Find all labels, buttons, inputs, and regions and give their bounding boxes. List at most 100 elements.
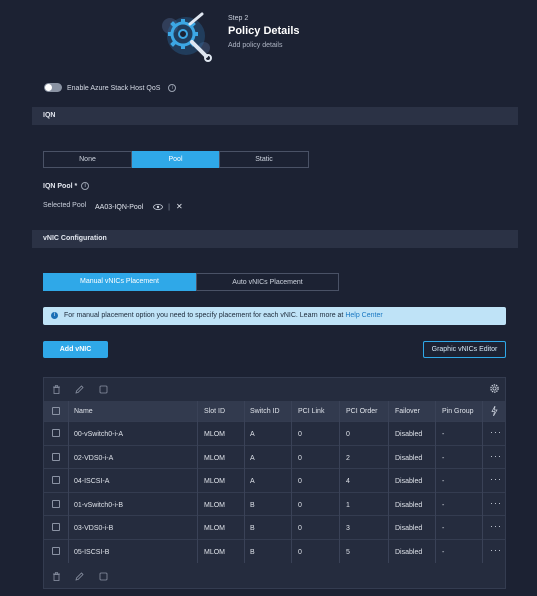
eye-icon[interactable] — [153, 204, 165, 211]
table-cell: 00-vSwitch0-i-A — [74, 431, 124, 438]
table-cell: Disabled — [395, 431, 423, 438]
gear-icon[interactable] — [489, 383, 500, 394]
row-checkbox[interactable] — [52, 547, 60, 555]
column-divider — [482, 401, 483, 563]
table-cell: MLOM — [204, 454, 225, 462]
row-checkbox[interactable] — [52, 452, 60, 461]
more-icon[interactable]: ··· — [490, 545, 502, 555]
column-divider — [244, 401, 245, 563]
info-icon[interactable]: i — [81, 182, 90, 190]
table-cell: MLOM — [204, 525, 225, 533]
table-cell: 3 — [346, 525, 350, 533]
table-cell: 0 — [298, 501, 302, 509]
row-checkbox[interactable] — [52, 476, 60, 485]
column-slot-id[interactable]: Slot ID — [204, 408, 225, 415]
column-divider — [197, 401, 198, 563]
table-cell: 04-ISCSI-A — [74, 478, 110, 486]
table-cell: 01-vSwitch0-i-B — [74, 501, 124, 509]
row-checkbox[interactable] — [52, 499, 60, 508]
table-cell: Disabled — [395, 454, 423, 462]
table-cell: 0 — [298, 454, 302, 462]
table-cell: - — [442, 525, 445, 533]
table-cell: 2 — [346, 454, 350, 462]
more-icon[interactable]: ··· — [490, 451, 502, 461]
table-cell: 0 — [298, 431, 302, 438]
tab-auto-placement[interactable]: Auto vNICs Placement — [196, 273, 339, 291]
table-cell: MLOM — [204, 501, 225, 509]
info-banner: i For manual placement option you need t… — [43, 307, 506, 325]
graphic-vnics-editor-button[interactable]: Graphic vNICs Editor — [423, 341, 506, 358]
add-vnic-button[interactable]: Add vNIC — [43, 341, 108, 358]
iqn-option-none[interactable]: None — [43, 151, 132, 168]
column-divider — [388, 401, 389, 563]
column-divider — [291, 401, 292, 563]
table-cell: Disabled — [395, 549, 423, 556]
column-switch-id[interactable]: Switch ID — [250, 408, 280, 415]
trash-icon[interactable] — [52, 385, 61, 394]
page-subtitle: Add policy details — [228, 42, 283, 49]
copy-icon[interactable] — [99, 572, 108, 581]
iqn-option-pool[interactable]: Pool — [132, 151, 219, 168]
table-cell: - — [442, 549, 445, 556]
column-divider — [435, 401, 436, 563]
column-failover[interactable]: Failover — [395, 408, 420, 415]
table-cell: 0 — [298, 478, 302, 486]
help-center-link[interactable]: Help Center — [345, 312, 382, 319]
table-cell: 0 — [298, 549, 302, 556]
table-cell: Disabled — [395, 501, 423, 509]
column-divider — [68, 401, 69, 563]
table-cell: 02-VDS0-i-A — [74, 454, 114, 462]
lightning-icon — [491, 405, 498, 418]
more-icon[interactable]: ··· — [490, 427, 502, 437]
table-cell: B — [250, 525, 255, 533]
table-cell: MLOM — [204, 549, 225, 556]
tab-manual-placement[interactable]: Manual vNICs Placement — [43, 273, 196, 291]
table-cell: A — [250, 478, 255, 486]
qos-toggle[interactable] — [44, 83, 62, 92]
row-checkbox[interactable] — [52, 429, 60, 437]
table-cell: A — [250, 454, 255, 462]
copy-icon[interactable] — [99, 385, 108, 394]
select-all-checkbox[interactable] — [52, 407, 60, 415]
table-cell: Disabled — [395, 525, 423, 533]
column-divider — [339, 401, 340, 563]
table-cell: B — [250, 549, 255, 556]
column-pci-link[interactable]: PCI Link — [298, 408, 324, 415]
table-cell: MLOM — [204, 478, 225, 486]
policy-settings-icon — [156, 8, 218, 64]
table-cell: 05-ISCSI-B — [74, 549, 110, 556]
pencil-icon[interactable] — [75, 572, 84, 581]
vnic-section-header: vNIC Configuration — [32, 230, 518, 248]
page-title: Policy Details — [228, 25, 300, 37]
column-pin-group[interactable]: Pin Group — [442, 408, 474, 415]
table-cell: 4 — [346, 478, 350, 486]
table-cell: 03-VDS0-i-B — [74, 525, 114, 533]
table-cell: 5 — [346, 549, 350, 556]
table-cell: 0 — [346, 431, 350, 438]
vnic-table: Name Slot ID Switch ID PCI Link PCI Orde… — [43, 377, 506, 589]
more-icon[interactable]: ··· — [490, 474, 502, 484]
info-icon[interactable]: i — [168, 84, 177, 92]
more-icon[interactable]: ··· — [490, 498, 502, 508]
row-checkbox[interactable] — [52, 523, 60, 532]
info-icon: i — [51, 312, 58, 319]
table-cell: 0 — [298, 525, 302, 533]
divider: | — [168, 204, 170, 211]
trash-icon[interactable] — [52, 572, 61, 581]
column-name[interactable]: Name — [74, 408, 93, 415]
table-cell: - — [442, 501, 445, 509]
selected-pool-value: AA03-IQN-Pool | ✕ — [95, 202, 183, 211]
column-pci-order[interactable]: PCI Order — [346, 408, 378, 415]
iqn-option-static[interactable]: Static — [219, 151, 309, 168]
table-cell: A — [250, 431, 255, 438]
pencil-icon[interactable] — [75, 385, 84, 394]
table-cell: 1 — [346, 501, 350, 509]
qos-toggle-label: Enable Azure Stack Host QoS i — [67, 84, 177, 92]
iqn-section-header: IQN — [32, 107, 518, 125]
table-cell: - — [442, 431, 445, 438]
table-cell: - — [442, 478, 445, 486]
more-icon[interactable]: ··· — [490, 521, 502, 531]
close-icon[interactable]: ✕ — [176, 202, 183, 211]
table-footer-toolbar — [44, 565, 505, 588]
step-label: Step 2 — [228, 15, 249, 22]
